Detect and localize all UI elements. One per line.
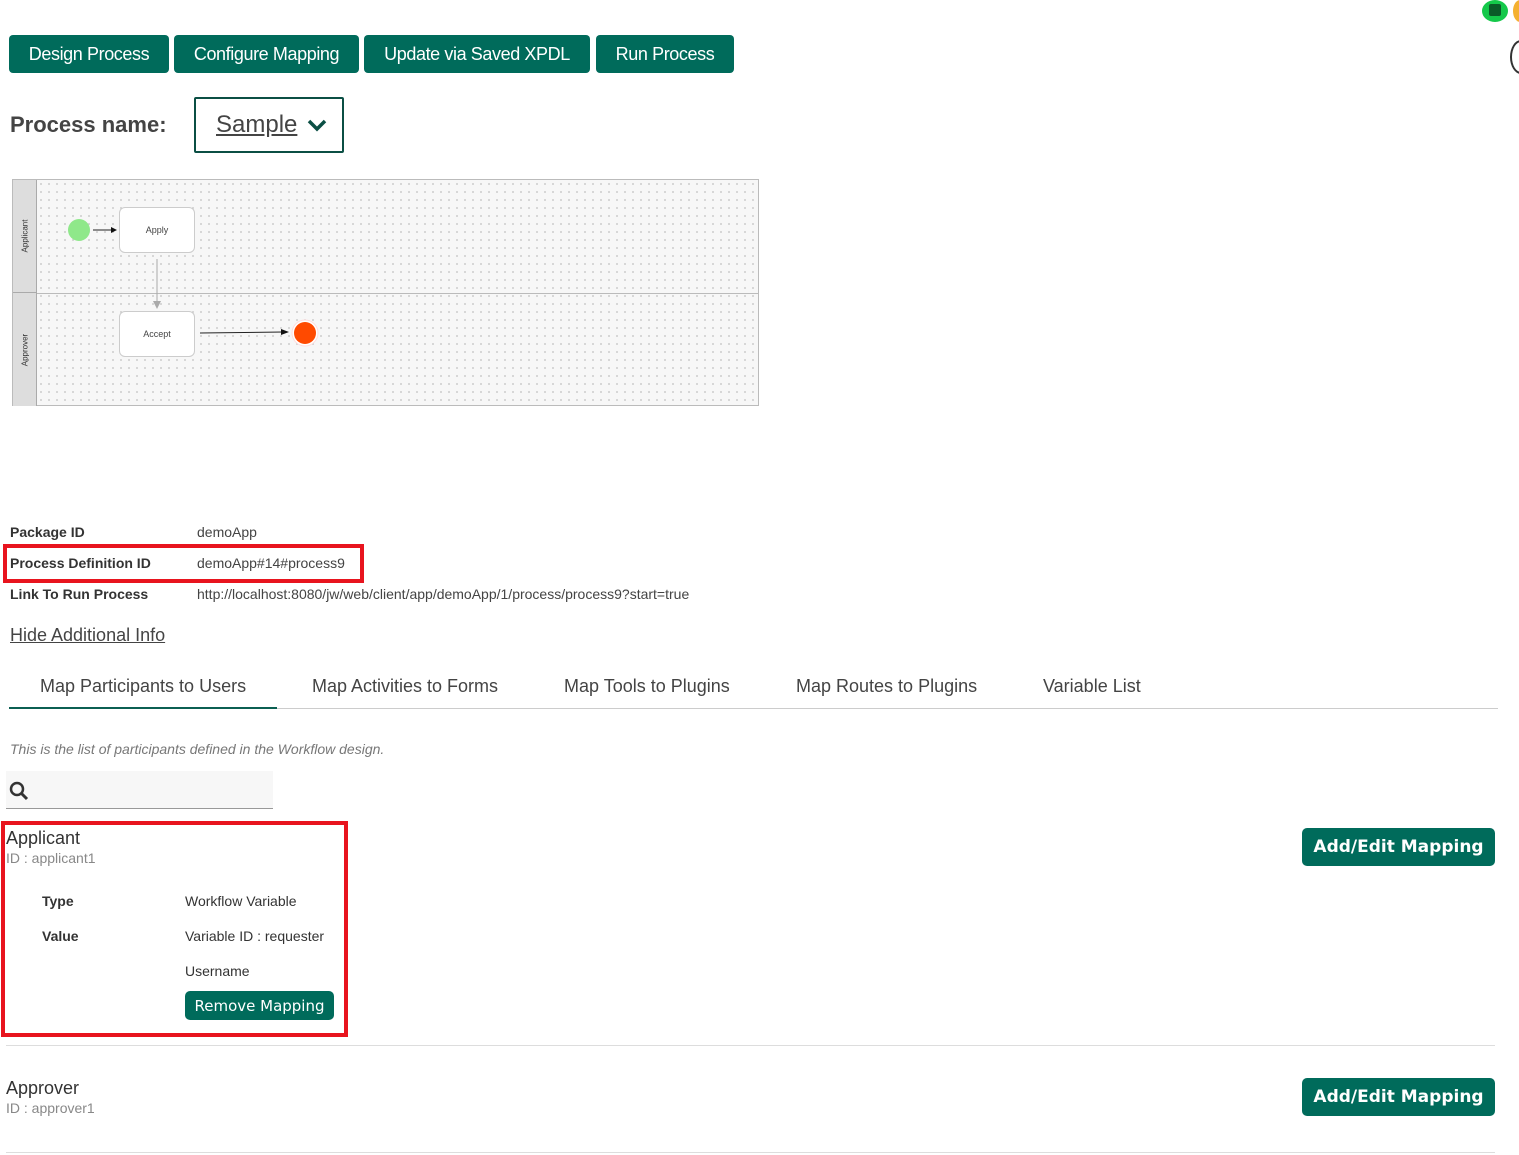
highlight-box <box>3 544 364 583</box>
info-value: demoApp <box>197 524 257 540</box>
tab-routes[interactable]: Map Routes to Plugins <box>796 676 977 697</box>
status-icon-green[interactable] <box>1482 0 1508 22</box>
tab-participants[interactable]: Map Participants to Users <box>9 676 278 709</box>
add-edit-mapping-button[interactable]: Add/Edit Mapping <box>1302 1078 1495 1116</box>
run-process-link[interactable]: http://localhost:8080/jw/web/client/app/… <box>197 586 689 602</box>
participants-description: This is the list of participants defined… <box>10 741 385 757</box>
status-icon-orange[interactable] <box>1513 0 1519 22</box>
configure-mapping-button[interactable]: Configure Mapping <box>174 35 359 73</box>
task-accept[interactable]: Accept <box>119 311 195 357</box>
task-apply[interactable]: Apply <box>119 207 195 253</box>
search-input[interactable] <box>6 771 273 809</box>
mapping-tabs: Map Participants to Users Map Activities… <box>9 666 1498 709</box>
participant-id: ID : approver1 <box>6 1100 95 1116</box>
info-key: Link To Run Process <box>10 586 149 602</box>
tab-tools[interactable]: Map Tools to Plugins <box>564 676 730 697</box>
tab-variables[interactable]: Variable List <box>1043 676 1141 697</box>
participant-name: Approver <box>6 1078 80 1098</box>
hide-info-link[interactable]: Hide Additional Info <box>10 625 165 646</box>
divider <box>6 1045 1495 1046</box>
run-process-button[interactable]: Run Process <box>596 35 734 73</box>
process-name-label: Process name: <box>10 112 167 137</box>
process-select-value: Sample <box>216 111 298 138</box>
info-key: Package ID <box>10 524 85 540</box>
design-process-button[interactable]: Design Process <box>9 35 169 73</box>
tab-activities[interactable]: Map Activities to Forms <box>312 676 498 697</box>
process-select[interactable]: Sample <box>194 97 344 153</box>
highlight-box <box>1 821 348 1037</box>
add-edit-mapping-button[interactable]: Add/Edit Mapping <box>1302 828 1495 866</box>
chevron-down-icon <box>307 119 327 132</box>
divider <box>6 1152 1495 1153</box>
update-xpdl-button[interactable]: Update via Saved XPDL <box>364 35 590 73</box>
search-icon <box>9 781 29 801</box>
process-diagram[interactable]: Applicant Approver Apply Accept <box>12 179 759 406</box>
help-icon[interactable] <box>1510 40 1519 74</box>
start-event <box>68 219 90 241</box>
